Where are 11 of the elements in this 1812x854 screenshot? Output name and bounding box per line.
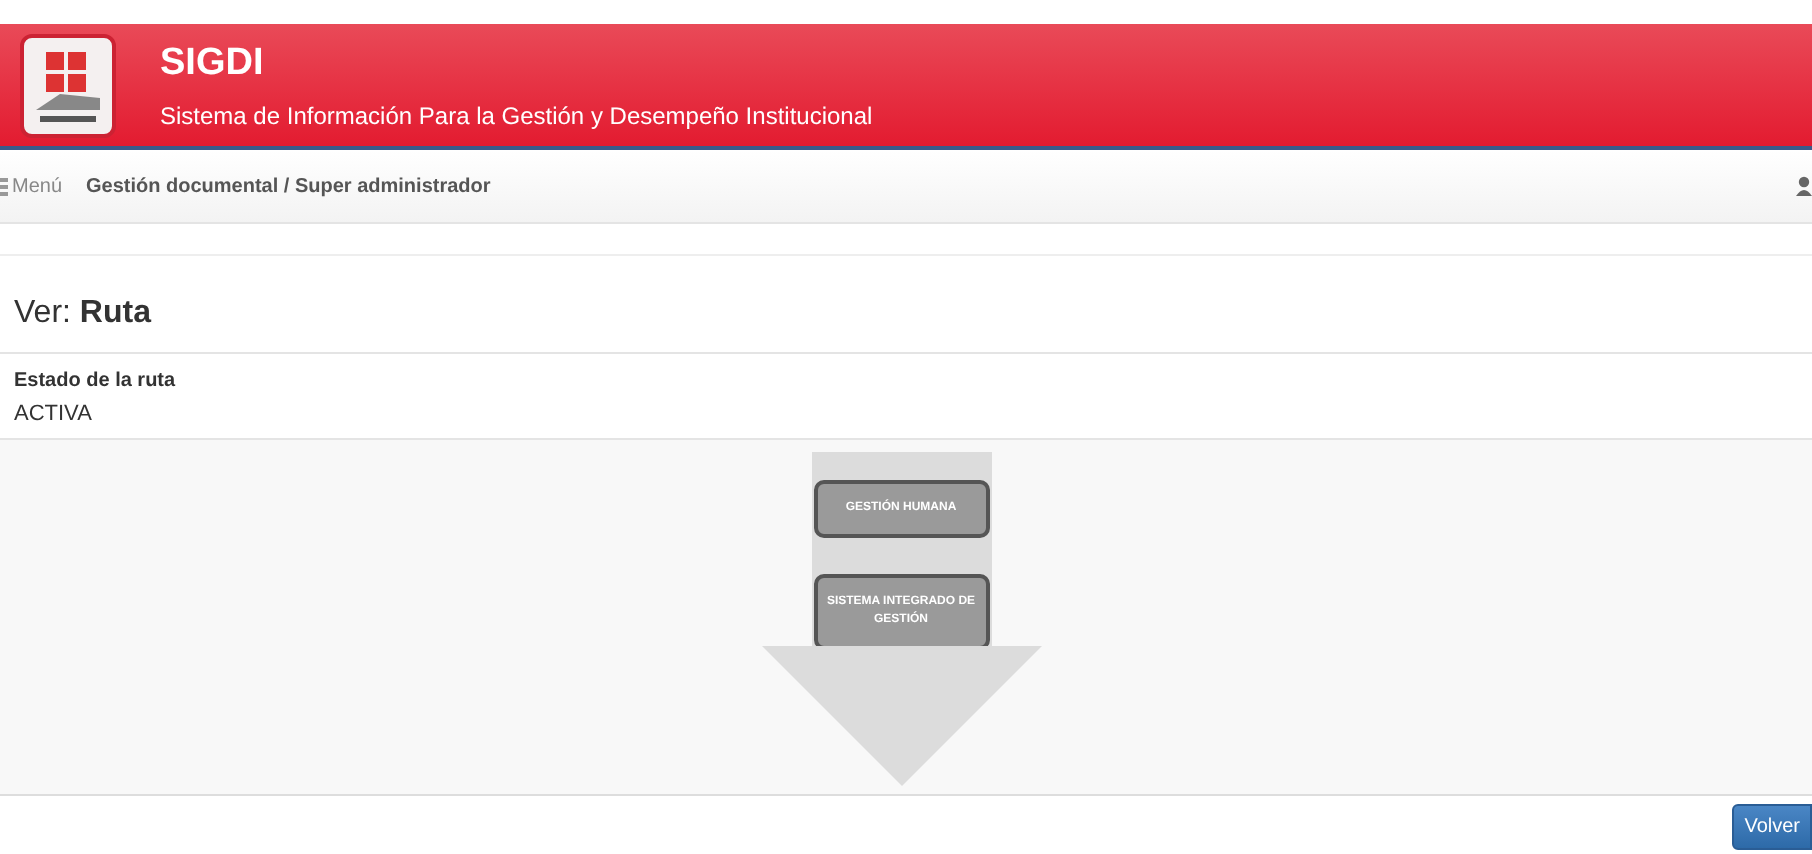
menu-icon [0,177,8,195]
breadcrumb: Gestión documental / Super administrador [86,175,491,197]
page-heading: Ver: Ruta [0,256,1812,354]
menu-link[interactable]: Menú [0,175,63,197]
app-subtitle: Sistema de Información Para la Gestión y Desempeño Institucional [160,101,873,129]
field-value: ACTIVA [14,402,94,426]
user-icon[interactable] [1796,176,1812,196]
logo-icon [20,33,116,137]
app-title: SIGDI [160,41,266,85]
back-button[interactable]: Volver [1732,804,1812,850]
field-label: Estado de la ruta [14,370,178,392]
